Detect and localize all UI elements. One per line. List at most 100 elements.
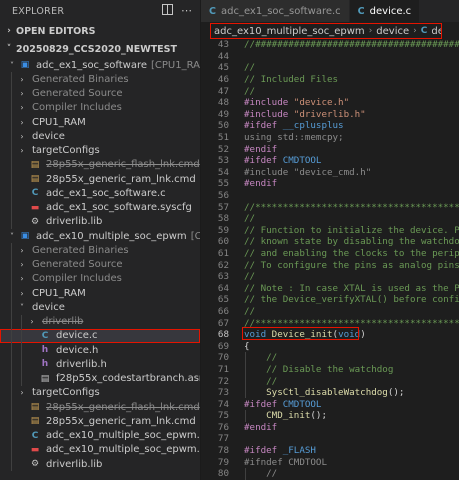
chevron-right-icon[interactable]: › (16, 274, 28, 283)
tab-device-c[interactable]: C device.c (349, 0, 421, 22)
tree-item[interactable]: › driverlib (0, 314, 200, 329)
chevron-right-icon[interactable]: › (16, 260, 28, 269)
chevron-right-icon[interactable]: › (16, 118, 28, 127)
tree-item[interactable]: › device (0, 129, 200, 144)
code-line[interactable]: 62 // To configure the pins as analog pin… (201, 259, 459, 271)
code-line[interactable]: 61 // and enabling the clocks to the peri… (201, 248, 459, 260)
code-text: #ifndef CMDTOOL (231, 457, 327, 468)
code-line[interactable]: 54 #include "device_cmd.h" (201, 167, 459, 179)
code-line[interactable]: 69 { (201, 340, 459, 352)
chevron-right-icon[interactable]: › (16, 89, 28, 98)
breadcrumb-project[interactable]: adc_ex10_multiple_soc_epwm (214, 26, 365, 37)
line-number: 80 (217, 468, 229, 480)
code-line[interactable]: 57 //************************************… (201, 201, 459, 213)
tree-item[interactable]: ⚙ driverlib.lib (0, 457, 200, 472)
tree-item[interactable]: › targetConfigs (0, 143, 200, 158)
code-editor[interactable]: 43 //####################################… (201, 39, 459, 480)
chevron-right-icon[interactable]: › (16, 246, 28, 255)
tree-item[interactable]: ▬ adc_ex1_soc_software.syscfg (0, 200, 200, 215)
chevron-down-icon[interactable]: ˅ (6, 232, 18, 241)
tree-item[interactable]: › CPU1_RAM (0, 286, 200, 301)
tree-item[interactable]: › Compiler Includes (0, 100, 200, 115)
chevron-right-icon[interactable]: › (16, 75, 28, 84)
tree-item[interactable]: h driverlib.h (0, 357, 200, 372)
tree-item[interactable]: ˅ device (0, 300, 200, 315)
code-line[interactable]: 49 #include "driverlib.h" (201, 109, 459, 121)
tree-item[interactable]: ▤ 28p55x_generic_flash_lnk.cmd (0, 157, 200, 172)
chevron-right-icon[interactable]: › (16, 103, 28, 112)
code-line[interactable]: 58 // (201, 213, 459, 225)
indent-guide (11, 414, 12, 429)
breadcrumb-folder[interactable]: device (376, 26, 409, 37)
chevron-down-icon[interactable]: ˅ (16, 303, 28, 312)
tree-item[interactable]: › Generated Binaries (0, 243, 200, 258)
tree-item[interactable]: ▤ f28p55x_codestartbranch.asm (0, 371, 200, 386)
code-line[interactable]: 53 #ifdef CMDTOOL (201, 155, 459, 167)
tree-item[interactable]: h device.h (0, 343, 200, 358)
code-line[interactable]: 52 #endif (201, 143, 459, 155)
code-line[interactable]: 46 // Included Files (201, 74, 459, 86)
tree-item[interactable]: ▤ 28p55x_generic_ram_lnk.cmd (0, 414, 200, 429)
tree-item[interactable]: › targetConfigs (0, 385, 200, 400)
code-token: // Disable the watchdog (244, 363, 394, 375)
code-line[interactable]: 70 // (201, 352, 459, 364)
workspace-section[interactable]: ˅ 20250829_CCS2020_NEWTEST (0, 40, 200, 58)
code-line[interactable]: 47 // (201, 85, 459, 97)
tree-item[interactable]: Cdevice.c (0, 328, 200, 343)
code-line[interactable]: 75 CMD_init(); (201, 410, 459, 422)
code-line[interactable]: 63 // (201, 271, 459, 283)
tree-item[interactable]: Cadc_ex1_soc_software.c (0, 186, 200, 201)
code-line[interactable]: 48 #include "device.h" (201, 97, 459, 109)
tab-adc-ex1-soc-software[interactable]: C adc_ex1_soc_software.c (201, 0, 350, 22)
code-line[interactable]: 77 (201, 433, 459, 445)
code-line[interactable]: 43 //####################################… (201, 39, 459, 51)
code-line[interactable]: 51 using std::memcpy; (201, 132, 459, 144)
tree-item[interactable]: › Generated Binaries (0, 72, 200, 87)
tree-item[interactable]: ▤ 28p55x_generic_ram_lnk.cmd (0, 172, 200, 187)
more-actions-icon[interactable]: ⋯ (181, 4, 192, 18)
tree-item[interactable]: › CPU1_RAM (0, 115, 200, 130)
breadcrumb-file[interactable]: device.c (431, 26, 441, 37)
tree-item[interactable]: ▬ adc_ex10_multiple_soc_epwm.syscfg (0, 442, 200, 457)
tree-item[interactable]: › Compiler Includes (0, 271, 200, 286)
code-text: // (231, 352, 277, 363)
code-line[interactable]: 79 #ifndef CMDTOOL (201, 456, 459, 468)
code-line[interactable]: 64 // Note : In case XTAL is used as the … (201, 282, 459, 294)
tree-item[interactable]: Cadc_ex10_multiple_soc_epwm.c (0, 428, 201, 443)
chevron-down-icon[interactable]: ˅ (6, 61, 18, 70)
tree-item[interactable]: ˅▣ adc_ex1_soc_software[CPU1_RAM] (0, 58, 200, 72)
tree-item[interactable]: ⚙ driverlib.lib (0, 214, 200, 229)
linker-cmd-icon: ▤ (30, 402, 40, 413)
chevron-right-icon[interactable]: › (16, 132, 28, 141)
chevron-right-icon[interactable]: › (26, 317, 38, 326)
chevron-right-icon[interactable]: › (16, 289, 28, 298)
tree-item[interactable]: ˅▣ adc_ex10_multiple_soc_epwm[CPU1_RAM] (0, 229, 200, 243)
split-icon[interactable] (162, 4, 173, 18)
tree-item[interactable]: › Generated Source (0, 257, 200, 272)
tree-item-label: adc_ex10_multiple_soc_epwm.c (46, 430, 201, 442)
code-line[interactable]: 50 #ifdef __cplusplus (201, 120, 459, 132)
code-line[interactable]: 71 // Disable the watchdog (201, 363, 459, 376)
code-line[interactable]: 55 #endif (201, 178, 459, 190)
chevron-right-icon[interactable]: › (16, 388, 28, 397)
code-line[interactable]: 73 SysCtl_disableWatchdog(); (201, 386, 459, 399)
code-line[interactable]: 80 // (201, 467, 459, 480)
tree-item[interactable]: › Generated Source (0, 86, 200, 101)
code-line[interactable]: 60 // known state by disabling the watchd… (201, 236, 459, 248)
open-editors-section[interactable]: › OPEN EDITORS (0, 22, 200, 40)
open-editors-label: OPEN EDITORS (16, 25, 96, 37)
code-line[interactable]: 44 (201, 51, 459, 63)
tree-item[interactable]: ▤ 28p55x_generic_flash_lnk.cmd (0, 400, 200, 415)
code-line[interactable]: 59 // Function to initialize the device. … (201, 225, 459, 237)
chevron-right-icon[interactable]: › (16, 146, 28, 155)
code-line[interactable]: 65 // the Device_verifyXTAL() before conf… (201, 294, 459, 306)
code-line[interactable]: 76 #endif (201, 422, 459, 434)
code-line[interactable]: 45 // (201, 62, 459, 74)
code-line[interactable]: 72 // (201, 375, 459, 387)
tree-item-label: targetConfigs (32, 387, 100, 399)
code-line[interactable]: 74 #ifdef CMDTOOL (201, 398, 459, 410)
code-text: #ifdef CMDTOOL (231, 155, 321, 166)
code-line[interactable]: 66 // (201, 306, 459, 318)
code-line[interactable]: 56 (201, 190, 459, 202)
code-line[interactable]: 78 #ifdef _FLASH (201, 445, 459, 457)
